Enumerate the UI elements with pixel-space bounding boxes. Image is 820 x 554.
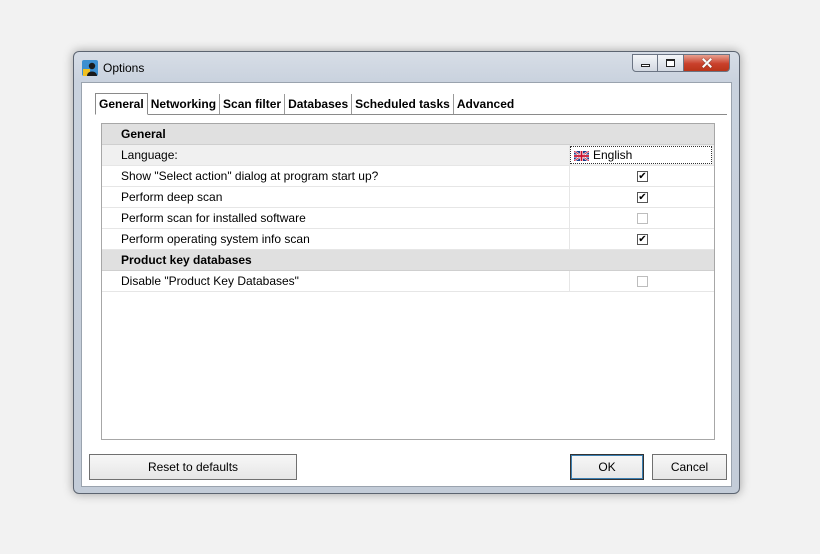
section-title: General [121,127,166,141]
language-value: English [593,148,633,162]
tab-advanced[interactable]: Advanced [454,94,517,114]
tab-networking[interactable]: Networking [148,94,221,114]
reset-to-defaults-button[interactable]: Reset to defaults [89,454,297,480]
tab-general[interactable]: General [95,93,148,115]
section-title: Product key databases [121,253,252,267]
title-bar[interactable]: Options [74,52,739,82]
uk-flag-icon [574,151,589,161]
checkbox-deep-scan[interactable]: ✔ [637,192,648,203]
property-label: Disable "Product Key Databases" [121,274,299,288]
checkbox-installed-software-scan[interactable] [637,213,648,224]
dialog-client-area: General Networking Scan filter Databases… [81,82,732,487]
options-window: Options General Networking Scan filter D… [73,51,740,494]
property-label: Show "Select action" dialog at program s… [121,169,379,183]
tab-divider [95,114,727,115]
property-row-language[interactable]: Language: English [102,145,714,166]
close-button[interactable] [684,54,730,72]
minimize-button[interactable] [632,54,658,72]
property-row[interactable]: Disable "Product Key Databases" [102,271,714,292]
property-label: Language: [121,148,178,162]
property-row[interactable]: Perform scan for installed software [102,208,714,229]
property-label: Perform operating system info scan [121,232,310,246]
tab-scan-filter[interactable]: Scan filter [220,94,286,114]
checkbox-disable-product-key-databases[interactable] [637,276,648,287]
property-label: Perform deep scan [121,190,223,204]
tab-databases[interactable]: Databases [285,94,353,114]
checkbox-show-select-action[interactable]: ✔ [637,171,648,182]
section-header-product-key-databases: Product key databases [102,250,714,271]
maximize-button[interactable] [658,54,684,72]
property-grid: General Language: English Show "Select a… [101,123,715,440]
property-row[interactable]: Show "Select action" dialog at program s… [102,166,714,187]
tab-scheduled-tasks[interactable]: Scheduled tasks [352,94,454,114]
property-row[interactable]: Perform operating system info scan ✔ [102,229,714,250]
tab-strip: General Networking Scan filter Databases… [95,93,517,115]
ok-button[interactable]: OK [570,454,644,480]
key-user-app-icon [82,60,98,76]
property-label: Perform scan for installed software [121,211,306,225]
language-select[interactable]: English [570,146,712,164]
section-header-general: General [102,124,714,145]
checkbox-os-info-scan[interactable]: ✔ [637,234,648,245]
cancel-button[interactable]: Cancel [652,454,727,480]
property-row[interactable]: Perform deep scan ✔ [102,187,714,208]
window-title: Options [103,61,145,75]
